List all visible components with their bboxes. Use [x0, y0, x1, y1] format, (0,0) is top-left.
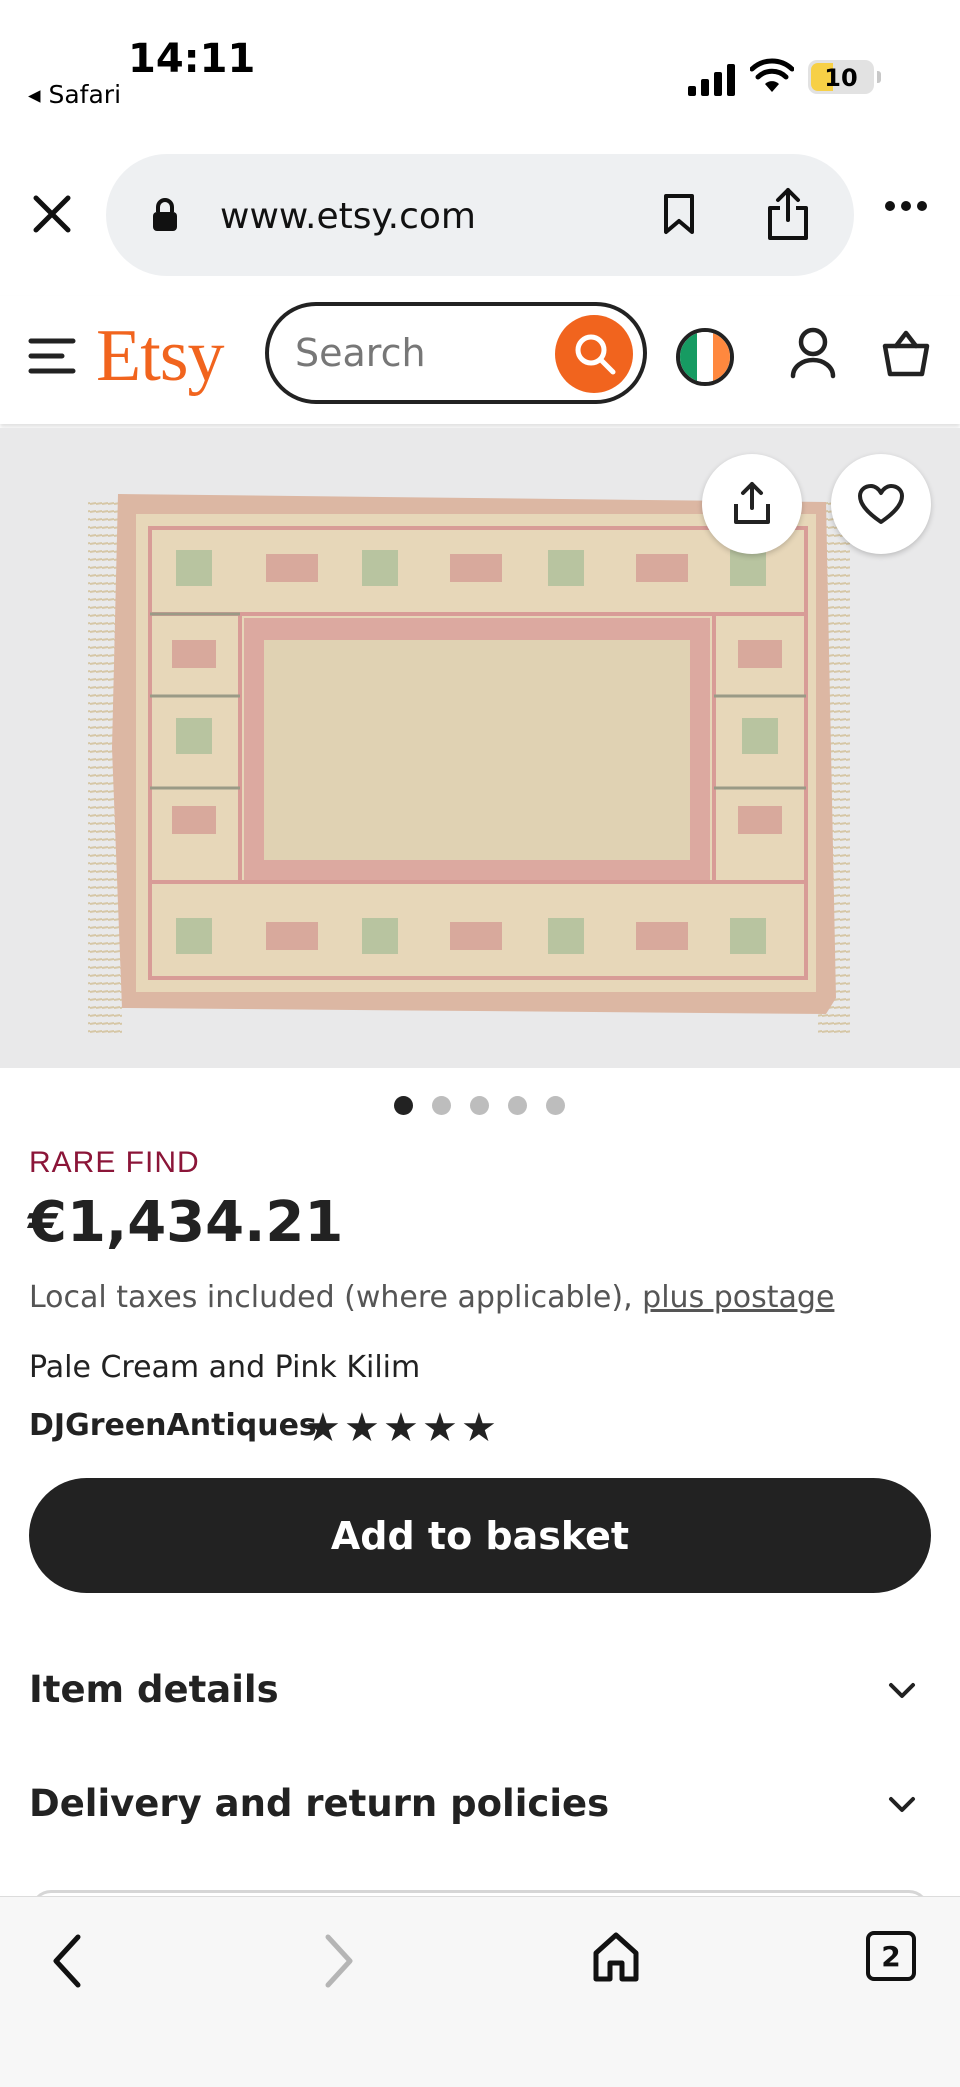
browser-toolbar: 2: [0, 1896, 960, 2087]
carousel-dots: [0, 1096, 960, 1116]
url-field[interactable]: www.etsy.com: [106, 154, 854, 276]
battery-level: 10: [824, 64, 858, 92]
cellular-signal-icon: [688, 64, 735, 96]
chevron-down-icon: [889, 1683, 915, 1698]
more-icon[interactable]: [884, 200, 928, 212]
search-icon: [575, 334, 616, 375]
seller-name-link[interactable]: DJGreenAntiques: [29, 1408, 317, 1443]
product-image: [0, 428, 960, 1068]
lock-icon: [153, 198, 177, 231]
site-header: Etsy: [0, 296, 960, 424]
delivery-return-accordion[interactable]: Delivery and return policies: [0, 1756, 960, 1856]
star-icon: ★: [422, 1406, 458, 1450]
back-icon[interactable]: [50, 1933, 82, 1989]
star-icon: ★: [344, 1406, 380, 1450]
accordion-label: Delivery and return policies: [29, 1782, 610, 1825]
home-icon[interactable]: [592, 1931, 640, 1983]
product-price: €1,434.21: [28, 1190, 344, 1255]
product-title: Pale Cream and Pink Kilim: [29, 1350, 421, 1385]
ireland-flag-icon[interactable]: [676, 328, 734, 386]
forward-icon[interactable]: [324, 1933, 356, 1989]
carousel-dot[interactable]: [508, 1096, 527, 1115]
browser-address-bar: www.etsy.com: [0, 150, 960, 280]
search-button[interactable]: [555, 315, 633, 393]
wifi-icon: [750, 58, 794, 92]
add-to-basket-button[interactable]: Add to basket: [29, 1478, 931, 1593]
search-input[interactable]: [295, 328, 535, 378]
search-bar: [265, 302, 647, 404]
chevron-down-icon: [889, 1797, 915, 1812]
status-time: 14:11: [128, 36, 256, 82]
menu-icon[interactable]: [28, 336, 76, 376]
carousel-dot[interactable]: [432, 1096, 451, 1115]
rare-find-badge: RARE FIND: [29, 1146, 200, 1179]
favorite-button[interactable]: [831, 454, 931, 554]
etsy-logo[interactable]: Etsy: [96, 314, 225, 399]
tabs-button[interactable]: 2: [866, 1931, 916, 1981]
share-icon: [734, 482, 770, 524]
carousel-dot[interactable]: [394, 1096, 413, 1115]
bookmark-icon[interactable]: [662, 192, 696, 236]
product-image-gallery[interactable]: [0, 428, 960, 1068]
heart-icon: [858, 484, 904, 524]
star-icon: ★: [461, 1406, 497, 1450]
plus-postage-link[interactable]: plus postage: [642, 1280, 834, 1315]
close-icon[interactable]: [28, 190, 76, 238]
basket-icon[interactable]: [882, 328, 930, 378]
status-bar: 14:11 ◂ Safari 10: [0, 0, 960, 130]
url-text: www.etsy.com: [220, 196, 476, 237]
accordion-label: Item details: [29, 1668, 279, 1711]
back-to-app-link[interactable]: ◂ Safari: [28, 80, 121, 109]
star-icon: ★: [383, 1406, 419, 1450]
item-details-accordion[interactable]: Item details: [0, 1642, 960, 1742]
carousel-dot[interactable]: [546, 1096, 565, 1115]
tax-note-text: Local taxes included (where applicable),: [29, 1280, 643, 1315]
carousel-dot[interactable]: [470, 1096, 489, 1115]
share-listing-button[interactable]: [702, 454, 802, 554]
share-icon[interactable]: [766, 186, 810, 242]
battery-indicator: 10: [808, 60, 881, 94]
tax-note: Local taxes included (where applicable),…: [29, 1280, 834, 1315]
tabs-count: 2: [881, 1940, 901, 1973]
star-icon: ★: [305, 1406, 341, 1450]
user-icon[interactable]: [790, 326, 836, 380]
